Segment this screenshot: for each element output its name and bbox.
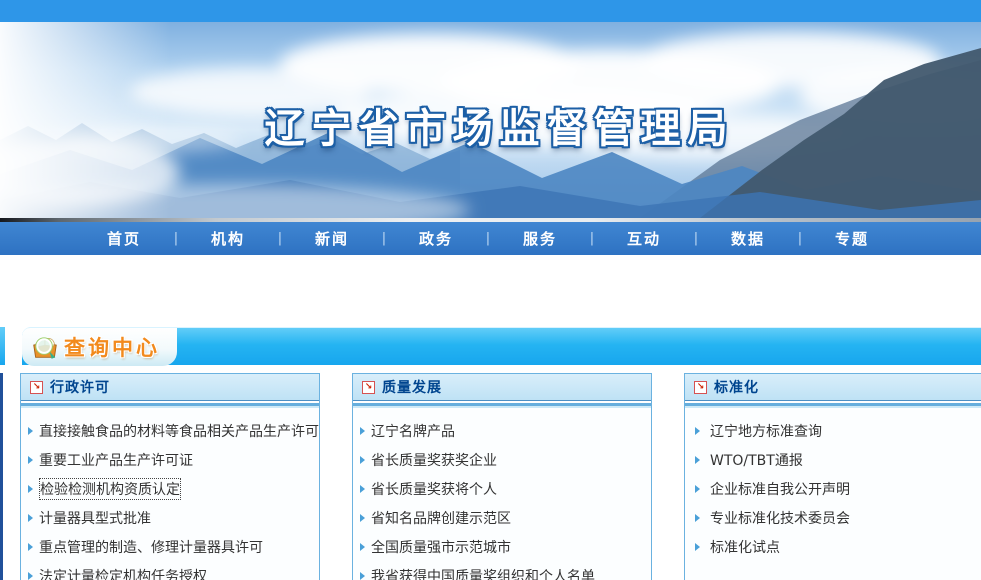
list-item: 计量器具型式批准 — [28, 503, 319, 532]
nav-separator: | — [578, 231, 606, 246]
nav-separator: | — [266, 231, 294, 246]
query-link[interactable]: 重点管理的制造、修理计量器具许可 — [39, 537, 263, 557]
nav-separator: | — [786, 231, 814, 246]
query-link[interactable]: 直接接触食品的材料等食品相关产品生产许可 — [39, 421, 319, 441]
query-link[interactable]: 计量器具型式批准 — [39, 508, 151, 528]
query-link[interactable]: 全国质量强市示范城市 — [371, 537, 511, 557]
corner-arrow-icon: ↘ — [362, 381, 375, 394]
query-link[interactable]: 我省获得中国质量奖组织和个人名单 — [371, 566, 595, 580]
nav-item-org[interactable]: 机构 — [190, 228, 266, 249]
triangle-bullet-icon — [360, 514, 365, 522]
triangle-bullet-icon — [695, 543, 700, 551]
list-item: 我省获得中国质量奖组织和个人名单 — [360, 561, 651, 580]
section-title: 行政许可 — [50, 377, 110, 397]
list-item: 检验检测机构资质认定 — [28, 474, 319, 503]
query-link[interactable]: 辽宁名牌产品 — [371, 421, 455, 441]
nav-separator: | — [162, 231, 190, 246]
list-item: 重点管理的制造、修理计量器具许可 — [28, 532, 319, 561]
link-list: 辽宁地方标准查询 WTO/TBT通报 企业标准自我公开声明 专业标准化技术委员会… — [685, 408, 981, 561]
corner-arrow-icon: ↘ — [30, 381, 43, 394]
section-header: ↘ 标准化 — [685, 374, 981, 401]
nav-separator: | — [474, 231, 502, 246]
query-link-focused[interactable]: 检验检测机构资质认定 — [39, 478, 181, 500]
section-header: ↘ 行政许可 — [21, 374, 319, 401]
list-item: 直接接触食品的材料等食品相关产品生产许可 — [28, 416, 319, 445]
list-item: 省长质量奖获将个人 — [360, 474, 651, 503]
triangle-bullet-icon — [360, 543, 365, 551]
list-item: 辽宁地方标准查询 — [692, 416, 981, 445]
triangle-bullet-icon — [360, 572, 365, 580]
section-title: 标准化 — [714, 377, 759, 397]
list-item: 重要工业产品生产许可证 — [28, 445, 319, 474]
nav-item-interact[interactable]: 互动 — [606, 228, 682, 249]
banner: 辽宁省市场监督管理局 — [0, 22, 981, 218]
query-link[interactable]: 法定计量检定机构任务授权 — [39, 566, 207, 580]
link-list: 直接接触食品的材料等食品相关产品生产许可 重要工业产品生产许可证 检验检测机构资… — [21, 408, 319, 580]
section-header: ↘ 质量发展 — [353, 374, 651, 401]
query-center-bar: 查询中心 — [22, 327, 981, 365]
tab-bar-left-fragment — [0, 327, 5, 365]
top-blue-strip — [0, 0, 981, 22]
nav-item-gov[interactable]: 政务 — [398, 228, 474, 249]
nav-item-home[interactable]: 首页 — [86, 228, 162, 249]
triangle-bullet-icon — [28, 514, 33, 522]
triangle-bullet-icon — [28, 543, 33, 551]
list-item: 全国质量强市示范城市 — [360, 532, 651, 561]
main-nav: 首页 | 机构 | 新闻 | 政务 | 服务 | 互动 | 数据 | 专题 — [0, 222, 981, 255]
list-item: 标准化试点 — [692, 532, 981, 561]
list-item: 辽宁名牌产品 — [360, 416, 651, 445]
query-link[interactable]: 省长质量奖获将个人 — [371, 479, 497, 499]
triangle-bullet-icon — [360, 485, 365, 493]
list-item: 专业标准化技术委员会 — [692, 503, 981, 532]
site-title: 辽宁省市场监督管理局 — [0, 96, 981, 154]
nav-item-data[interactable]: 数据 — [710, 228, 786, 249]
query-link[interactable]: 专业标准化技术委员会 — [710, 508, 850, 528]
nav-item-news[interactable]: 新闻 — [294, 228, 370, 249]
query-link[interactable]: 辽宁地方标准查询 — [710, 421, 822, 441]
triangle-bullet-icon — [360, 456, 365, 464]
triangle-bullet-icon — [28, 485, 33, 493]
section-standardization: ↘ 标准化 辽宁地方标准查询 WTO/TBT通报 企业标准自我公开声明 专业标准… — [684, 373, 981, 580]
query-link[interactable]: 标准化试点 — [710, 537, 780, 557]
triangle-bullet-icon — [695, 514, 700, 522]
list-item: 省长质量奖获奖企业 — [360, 445, 651, 474]
triangle-bullet-icon — [28, 572, 33, 580]
list-item: 省知名品牌创建示范区 — [360, 503, 651, 532]
query-link[interactable]: 重要工业产品生产许可证 — [39, 450, 193, 470]
corner-arrow-icon: ↘ — [694, 381, 707, 394]
query-link[interactable]: 省知名品牌创建示范区 — [371, 508, 511, 528]
query-link[interactable]: 省长质量奖获奖企业 — [371, 450, 497, 470]
tab-query-center[interactable]: 查询中心 — [22, 328, 177, 366]
list-item: 企业标准自我公开声明 — [692, 474, 981, 503]
query-center-icon — [30, 332, 60, 362]
triangle-bullet-icon — [28, 427, 33, 435]
section-title: 质量发展 — [382, 377, 442, 397]
nav-item-special[interactable]: 专题 — [814, 228, 890, 249]
nav-item-service[interactable]: 服务 — [502, 228, 578, 249]
triangle-bullet-icon — [695, 456, 700, 464]
triangle-bullet-icon — [360, 427, 365, 435]
left-edge-border-fragment — [0, 373, 3, 580]
section-quality-development: ↘ 质量发展 辽宁名牌产品 省长质量奖获奖企业 省长质量奖获将个人 省知名品牌创… — [352, 373, 652, 580]
triangle-bullet-icon — [695, 427, 700, 435]
page-root: 辽宁省市场监督管理局 首页 | 机构 | 新闻 | 政务 | 服务 | 互动 |… — [0, 0, 981, 580]
section-administrative-licensing: ↘ 行政许可 直接接触食品的材料等食品相关产品生产许可 重要工业产品生产许可证 … — [20, 373, 320, 580]
query-link[interactable]: WTO/TBT通报 — [710, 450, 803, 470]
link-list: 辽宁名牌产品 省长质量奖获奖企业 省长质量奖获将个人 省知名品牌创建示范区 全国… — [353, 408, 651, 580]
list-item: 法定计量检定机构任务授权 — [28, 561, 319, 580]
tab-query-center-label: 查询中心 — [64, 332, 160, 362]
triangle-bullet-icon — [28, 456, 33, 464]
list-item: WTO/TBT通报 — [692, 445, 981, 474]
triangle-bullet-icon — [695, 485, 700, 493]
query-link[interactable]: 企业标准自我公开声明 — [710, 479, 850, 499]
nav-separator: | — [370, 231, 398, 246]
nav-separator: | — [682, 231, 710, 246]
